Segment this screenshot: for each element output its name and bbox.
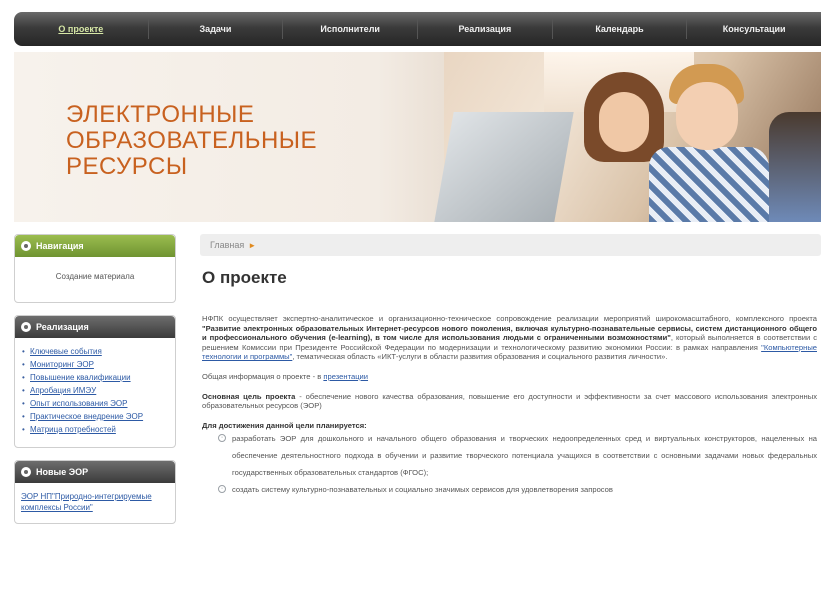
circle-bullet-icon: ·	[218, 485, 226, 494]
navigation-panel-header[interactable]: Навигация	[15, 235, 175, 257]
realization-link-approbation[interactable]: Апробация ИМЭУ	[30, 386, 96, 395]
list-item: Матрица потребностей	[21, 424, 169, 435]
list-item: Практическое внедрение ЭОР	[21, 411, 169, 422]
nav-item-consultations[interactable]: Консультации	[687, 19, 821, 39]
nav-item-calendar[interactable]: Календарь	[553, 19, 688, 39]
banner-title-line: РЕСУРСЫ	[66, 153, 188, 180]
realization-panel-body: Ключевые события Мониторинг ЭОР Повышени…	[15, 338, 175, 447]
list-item: · разработать ЭОР для дошкольного и нача…	[218, 430, 821, 481]
nav-item-realization[interactable]: Реализация	[418, 19, 553, 39]
circle-bullet-icon: ·	[218, 434, 226, 443]
realization-panel-header[interactable]: Реализация	[15, 316, 175, 338]
realization-link-key-events[interactable]: Ключевые события	[30, 347, 102, 356]
intro-text-end: , тематическая область «ИКТ-услуги в обл…	[292, 352, 668, 362]
plan-item-text: создать систему культурно-познавательных…	[232, 485, 613, 495]
intro-text: НФПК осуществляет экспертно-аналитическо…	[202, 314, 817, 323]
goal-paragraph: Основная цель проекта - обеспечение ново…	[200, 392, 821, 411]
list-item: Ключевые события	[21, 346, 169, 357]
breadcrumb-arrow-icon: ►	[248, 240, 257, 250]
banner-title-line: ОБРАЗОВАТЕЛЬНЫЕ	[66, 127, 318, 154]
banner-title-line: ЭЛЕКТРОННЫЕ	[66, 101, 255, 128]
plan-heading: Для достижения данной цели планируется:	[200, 421, 821, 431]
goal-label: Основная цель проекта	[202, 391, 296, 401]
new-eor-panel-title: Новые ЭОР	[36, 467, 89, 477]
new-eor-panel: Новые ЭОР ЭОР НП"Природно-интегрируемые …	[14, 460, 176, 524]
breadcrumb: Главная ►	[200, 234, 821, 256]
photo-background-child	[769, 112, 821, 222]
plan-heading-text: Для достижения данной цели планируется:	[202, 420, 367, 430]
list-item: Мониторинг ЭОР	[21, 359, 169, 370]
top-navigation-bar: О проекте Задачи Исполнители Реализация …	[14, 12, 821, 46]
navigation-panel: Навигация Создание материала	[14, 234, 176, 303]
new-eor-link[interactable]: ЭОР НП"Природно-интегрируемые комплексы …	[21, 492, 152, 512]
plan-list: · разработать ЭОР для дошкольного и нача…	[200, 430, 821, 498]
navigation-panel-title: Навигация	[36, 241, 84, 251]
navigation-panel-body: Создание материала	[15, 257, 175, 302]
header-banner: ЭЛЕКТРОННЫЕ ОБРАЗОВАТЕЛЬНЫЕ РЕСУРСЫ	[14, 52, 821, 222]
realization-link-training[interactable]: Повышение квалификации	[30, 373, 131, 382]
new-eor-panel-body: ЭОР НП"Природно-интегрируемые комплексы …	[15, 483, 175, 523]
photo-boy-face	[676, 82, 738, 150]
realization-link-monitoring[interactable]: Мониторинг ЭОР	[30, 360, 94, 369]
realization-link-implementation[interactable]: Практическое внедрение ЭОР	[30, 412, 143, 421]
banner-title: ЭЛЕКТРОННЫЕ ОБРАЗОВАТЕЛЬНЫЕ РЕСУРСЫ	[66, 102, 317, 180]
plan-item-text: разработать ЭОР для дошкольного и началь…	[232, 434, 817, 478]
sidebar: Навигация Создание материала Реализация …	[14, 234, 176, 536]
intro-paragraph: НФПК осуществляет экспертно-аналитическо…	[200, 314, 821, 362]
photo-boy-shirt	[649, 147, 769, 222]
presentation-text: Общая информация о проекте - в	[202, 371, 324, 381]
bullet-circle-icon	[21, 241, 31, 251]
create-material-link[interactable]: Создание материала	[56, 272, 135, 281]
nav-item-executors[interactable]: Исполнители	[283, 19, 419, 39]
nav-item-tasks[interactable]: Задачи	[149, 19, 284, 39]
main-content: Главная ► О проекте НФПК осуществляет эк…	[200, 234, 821, 498]
realization-link-needs-matrix[interactable]: Матрица потребностей	[30, 425, 116, 434]
list-item: Повышение квалификации	[21, 372, 169, 383]
list-item: Опыт использования ЭОР	[21, 398, 169, 409]
banner-photo-children-with-laptop	[434, 52, 821, 222]
bullet-circle-icon	[21, 322, 31, 332]
nav-item-about[interactable]: О проекте	[14, 19, 149, 39]
presentation-paragraph: Общая информация о проекте - в презентац…	[200, 372, 821, 382]
list-item: Апробация ИМЭУ	[21, 385, 169, 396]
realization-panel: Реализация Ключевые события Мониторинг Э…	[14, 315, 176, 448]
photo-woman-face	[599, 92, 649, 152]
goal-text: - обеспечение нового качества образовани…	[202, 391, 817, 411]
new-eor-panel-header[interactable]: Новые ЭОР	[15, 461, 175, 483]
page-title: О проекте	[202, 268, 287, 287]
bullet-circle-icon	[21, 467, 31, 477]
realization-list: Ключевые события Мониторинг ЭОР Повышени…	[21, 346, 169, 435]
realization-link-usage-experience[interactable]: Опыт использования ЭОР	[30, 399, 128, 408]
presentation-link[interactable]: презентации	[323, 372, 368, 381]
breadcrumb-home-link[interactable]: Главная	[210, 240, 244, 250]
realization-panel-title: Реализация	[36, 322, 89, 332]
list-item: · создать систему культурно-познавательн…	[218, 481, 821, 498]
photo-laptop	[434, 112, 574, 222]
